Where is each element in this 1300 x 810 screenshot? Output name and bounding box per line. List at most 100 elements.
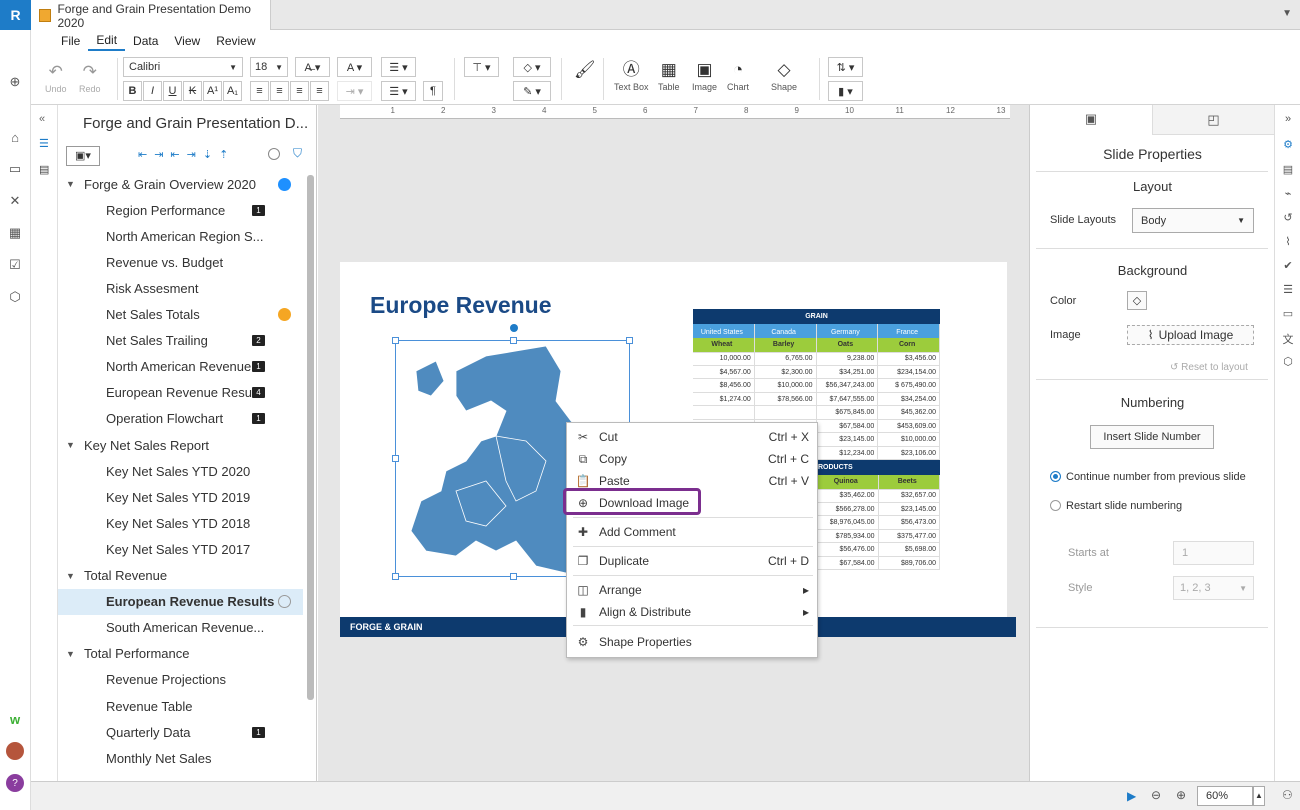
slide-layouts-select[interactable]: Body ▼ [1132,208,1254,233]
help-icon[interactable]: ? [6,774,24,792]
insert-slide-number-button[interactable]: Insert Slide Number [1090,425,1214,449]
zoom-out-icon[interactable]: ⊖ [1151,788,1161,802]
outline-icon[interactable]: ☰ [39,137,49,150]
filter-icon[interactable]: ⛉ [293,146,302,161]
restart-numbering-radio[interactable] [1050,500,1061,511]
justify-button[interactable]: ≡ [310,81,329,101]
superscript-button[interactable]: A¹ [203,81,222,101]
cube-icon[interactable]: ⬡ [6,288,24,306]
outline-item[interactable]: European Revenue Results [58,588,303,615]
starts-at-input[interactable]: 1 [1173,541,1254,565]
calendar-icon[interactable]: ▦ [6,224,24,242]
app-logo[interactable]: R [0,0,31,30]
menu-data[interactable]: Data [125,32,166,50]
outline-item[interactable]: Revenue Table [58,693,303,719]
translate-icon[interactable]: 文 [1281,331,1295,346]
menu-item-align-distribute[interactable]: ▮ Align & Distribute ▸ [567,601,817,623]
caret-down-icon[interactable]: ▼ [66,571,84,581]
rotate-handle[interactable] [510,324,518,332]
valign-button[interactable]: ⊤ ▾ [464,57,499,77]
workiva-icon[interactable]: w [6,710,24,728]
collapse-icon[interactable]: « [39,113,45,125]
menu-item-arrange[interactable]: ◫ Arrange ▸ [567,579,817,601]
outline-section[interactable]: ▼ Total Performance [58,641,303,667]
resize-handle[interactable] [510,337,517,344]
outline-item[interactable]: Net Sales Trailing 2 [58,328,303,354]
zoom-in-icon[interactable]: ⊕ [1176,788,1186,802]
menu-item-duplicate[interactable]: ❐ Duplicate Ctrl + D [567,550,817,572]
outline-item[interactable]: Quarterly Data 1 [58,719,303,745]
menu-item-cut[interactable]: ✂ Cut Ctrl + X [567,426,817,448]
play-icon[interactable]: ▶ [1127,789,1136,803]
zoom-stepper[interactable]: ▲ [1253,786,1265,806]
attachment-icon[interactable]: ⌇ [1281,235,1295,249]
note-icon[interactable]: ▭ [1281,307,1295,321]
align-right-button[interactable]: ≡ [290,81,309,101]
numbering-button[interactable]: ☰ ▾ [381,81,416,101]
tab-shape-properties[interactable]: ◰ [1152,105,1274,135]
outline-item[interactable]: Revenue vs. Budget [58,249,303,275]
shape-button[interactable]: ◇ Shape [771,58,797,92]
subscript-button[interactable]: A₁ [223,81,242,101]
image-button[interactable]: ▣ Image [692,58,717,92]
font-select[interactable]: Calibri ▼ [123,57,243,77]
caret-down-icon[interactable]: ▼ [66,440,84,450]
comment-icon[interactable]: ▤ [1281,163,1295,177]
menu-item-add-comment[interactable]: ✚ Add Comment [567,521,817,543]
redo-button[interactable]: ↷ Redo [79,60,101,94]
tab-slide-properties[interactable]: ▣ [1030,105,1152,135]
indent-button[interactable]: ⇥ ▾ [337,81,372,101]
bullets-button[interactable]: ☰ ▾ [381,57,416,77]
formula-icon[interactable]: ✕ [6,192,24,210]
outline-item[interactable]: Revenue Projections [58,667,303,693]
line-color-button[interactable]: ✎ ▾ [513,81,551,101]
outline-section[interactable]: ▼ Total Revenue [58,563,303,589]
bold-button[interactable]: B [123,81,142,101]
outline-item[interactable]: Key Net Sales YTD 2019 [58,484,303,510]
outline-scrollbar[interactable] [307,175,314,700]
menu-view[interactable]: View [166,32,208,50]
menu-edit[interactable]: Edit [88,31,126,51]
link-icon[interactable]: ⌁ [1281,187,1295,201]
add-icon[interactable]: ⊕ [6,73,24,91]
upload-image-button[interactable]: ⌇ Upload Image [1127,325,1254,345]
outline-item[interactable]: Net Sales Totals [58,302,303,328]
color-picker-button[interactable]: ◇ [1127,291,1147,310]
list-icon[interactable]: ☰ [1281,283,1295,297]
clear-format-button[interactable]: A̶ ▾ [295,57,330,77]
comments-icon[interactable]: ▤ [39,163,49,176]
outline-item[interactable]: Region Performance 1 [58,197,303,223]
home-icon[interactable]: ⌂ [6,128,24,146]
reset-to-layout-link[interactable]: ↺ Reset to layout [1170,362,1248,373]
format-painter-button[interactable]: 🖌 [574,58,596,82]
avatar[interactable] [6,742,24,760]
menu-item-copy[interactable]: ⧉ Copy Ctrl + C [567,448,817,470]
textbox-button[interactable]: Ⓐ Text Box [614,58,649,92]
underline-button[interactable]: U [163,81,182,101]
outline-item[interactable]: Key Net Sales YTD 2017 [58,536,303,562]
outline-item[interactable]: Risk Assesment [58,275,303,301]
outline-item[interactable]: North American Revenue... 1 [58,354,303,380]
resize-handle[interactable] [392,337,399,344]
cube-icon[interactable]: ⬡ [1281,355,1295,369]
check-circle-icon[interactable]: ✔ [1281,259,1295,273]
slide-title[interactable]: Europe Revenue [370,292,552,319]
outline-tools[interactable]: ⇤⇥⇤⇥⇣⇡ [138,148,235,161]
align-button[interactable]: ▮ ▾ [828,81,863,101]
expand-icon[interactable]: » [1281,113,1295,127]
document-tab[interactable]: Forge and Grain Presentation Demo 2020 [31,0,271,31]
align-center-button[interactable]: ≡ [270,81,289,101]
outline-item[interactable]: European Revenue Results 4 [58,380,303,406]
align-left-button[interactable]: ≡ [250,81,269,101]
resize-handle[interactable] [392,455,399,462]
resize-handle[interactable] [626,337,633,344]
gear-icon[interactable]: ⚙ [1281,138,1295,152]
history-icon[interactable]: ↺ [1281,211,1295,225]
menu-file[interactable]: File [53,32,88,50]
circle-icon[interactable] [278,595,291,609]
fill-color-button[interactable]: ◇ ▾ [513,57,551,77]
outline-section[interactable]: ▼ Key Net Sales Report [58,432,303,458]
circle-icon[interactable] [268,148,280,160]
italic-button[interactable]: I [143,81,162,101]
chevron-down-icon[interactable]: ▼ [1282,8,1292,19]
